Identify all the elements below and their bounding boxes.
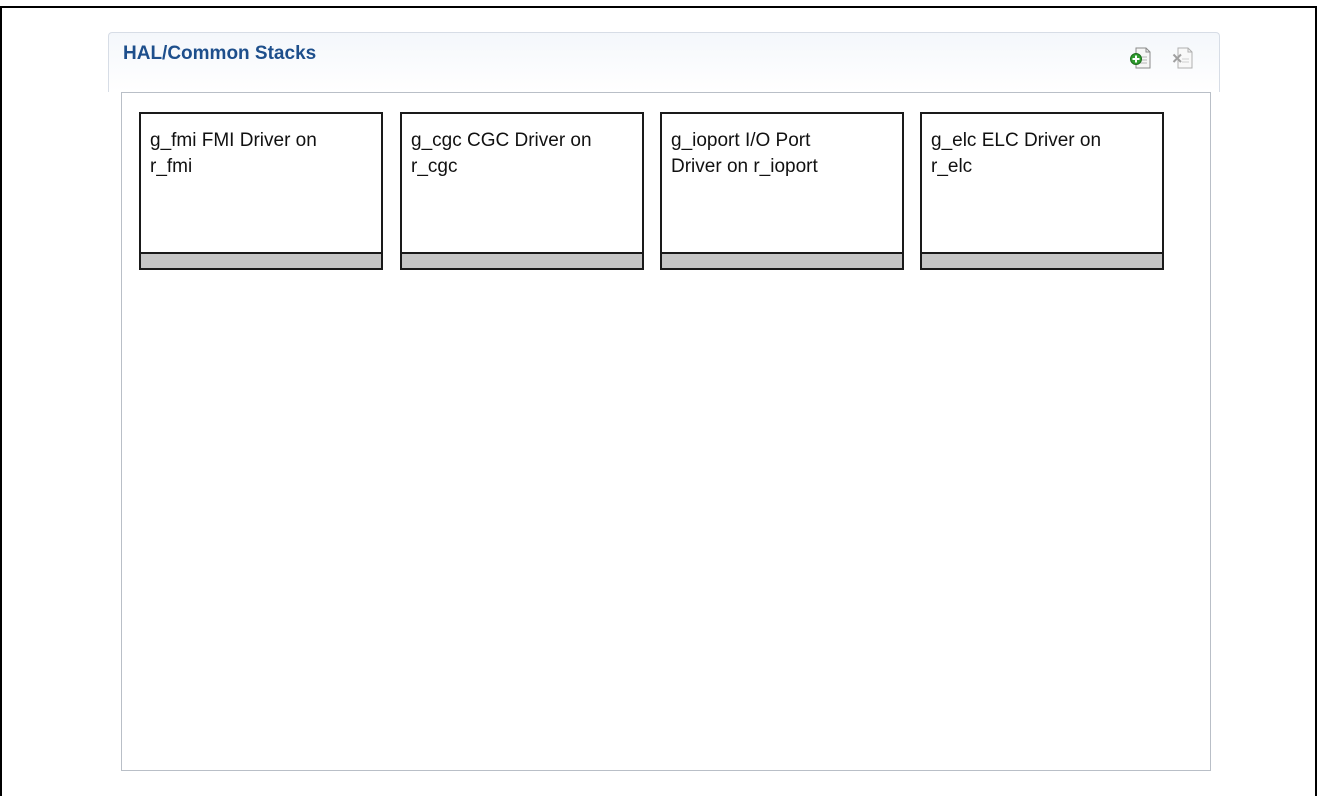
remove-stack-icon bbox=[1172, 47, 1193, 69]
new-stack-button[interactable] bbox=[1129, 45, 1153, 71]
stack-block-fmi[interactable]: g_fmi FMI Driver on r_fmi bbox=[139, 112, 383, 270]
new-stack-icon bbox=[1130, 47, 1151, 69]
stack-label: g_ioport I/O Port Driver on r_ioport bbox=[671, 130, 818, 177]
remove-stack-button[interactable] bbox=[1171, 45, 1195, 71]
stack-label: g_fmi FMI Driver on r_fmi bbox=[150, 130, 317, 177]
stack-footer-bar bbox=[922, 252, 1162, 268]
stack-block-ioport[interactable]: g_ioport I/O Port Driver on r_ioport bbox=[660, 112, 904, 270]
stacks-canvas: g_fmi FMI Driver on r_fmi g_cgc CGC Driv… bbox=[121, 92, 1211, 771]
stack-label: g_cgc CGC Driver on r_cgc bbox=[411, 130, 592, 177]
stack-footer-bar bbox=[141, 252, 381, 268]
panel-title: HAL/Common Stacks bbox=[123, 43, 317, 64]
stack-footer-bar bbox=[402, 252, 642, 268]
stacks-panel-header: HAL/Common Stacks bbox=[108, 32, 1220, 92]
stack-block-cgc[interactable]: g_cgc CGC Driver on r_cgc bbox=[400, 112, 644, 270]
stack-block-elc[interactable]: g_elc ELC Driver on r_elc bbox=[920, 112, 1164, 270]
stack-footer-bar bbox=[662, 252, 902, 268]
stack-label: g_elc ELC Driver on r_elc bbox=[931, 130, 1102, 177]
